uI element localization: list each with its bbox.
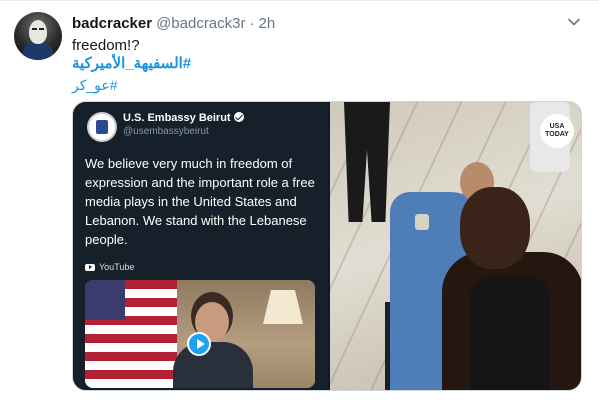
tweet-header: badcracker @badcrack3r · 2h: [72, 13, 275, 33]
embassy-tweet-screenshot[interactable]: U.S. Embassy Beirut @usembassybeirut We …: [73, 102, 328, 390]
embassy-seal-icon: [87, 112, 117, 142]
media-grid[interactable]: U.S. Embassy Beirut @usembassybeirut We …: [72, 101, 582, 391]
usa-today-watermark: USA TODAY: [540, 114, 574, 148]
news-photo[interactable]: USA TODAY: [330, 102, 581, 390]
video-thumbnail[interactable]: [85, 280, 315, 388]
watermark-line2: TODAY: [545, 131, 569, 138]
hashtag-link[interactable]: #عو_كر: [72, 75, 118, 95]
user-handle[interactable]: @badcrack3r: [156, 15, 245, 32]
embassy-name-text: U.S. Embassy Beirut: [123, 112, 231, 124]
display-name[interactable]: badcracker: [72, 15, 152, 32]
officer-badge-shape: [415, 214, 429, 230]
video-source-label: YouTube: [99, 262, 135, 272]
chevron-down-icon[interactable]: [567, 15, 581, 29]
play-icon[interactable]: [187, 332, 211, 356]
tweet[interactable]: badcracker @badcrack3r · 2h freedom!? #ا…: [0, 0, 599, 401]
embassy-name: U.S. Embassy Beirut: [123, 112, 244, 124]
watermark-line1: USA: [549, 123, 565, 130]
speaker-body-shape: [173, 342, 253, 388]
avatar-mask-shape: [29, 20, 47, 44]
hashtag-link[interactable]: #السفيهة_الأميركية: [72, 54, 191, 74]
video-source: YouTube: [85, 262, 134, 272]
tweet-text: freedom!?: [72, 37, 140, 54]
verified-badge-icon: [233, 112, 244, 122]
youtube-icon: [85, 263, 95, 271]
flag-image: [85, 280, 177, 388]
avatar[interactable]: [14, 12, 62, 60]
embassy-handle: @usembassybeirut: [123, 126, 209, 137]
separator-dot: ·: [249, 14, 255, 32]
man-head-shape: [460, 187, 530, 269]
embassy-tweet-text: We believe very much in freedom of expre…: [85, 156, 315, 247]
avatar-body-shape: [22, 42, 54, 60]
timestamp[interactable]: 2h: [259, 15, 276, 32]
man-shirt-shape: [470, 277, 550, 390]
